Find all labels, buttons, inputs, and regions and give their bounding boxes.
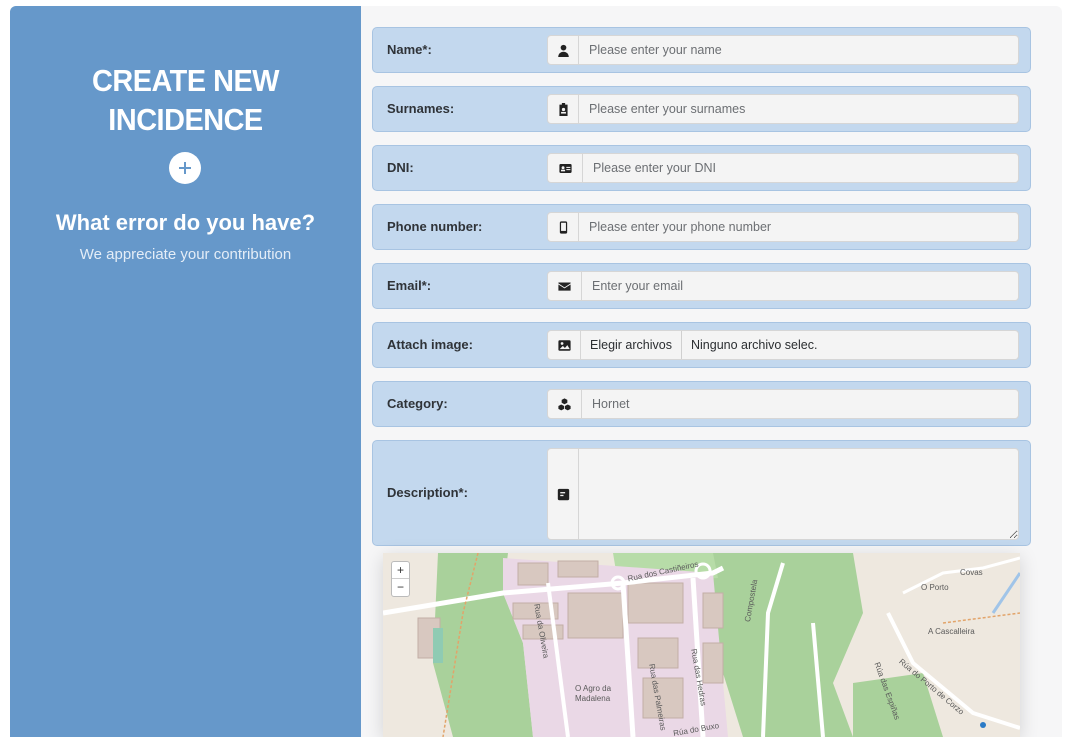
dni-row: DNI:: [372, 145, 1031, 191]
zoom-out-button[interactable]: −: [392, 579, 409, 596]
attach-image-label: Attach image:: [387, 337, 473, 352]
map-label: O Porto: [921, 583, 949, 592]
page-title-line-1: CREATE NEW: [91, 63, 280, 98]
file-input[interactable]: Elegir archivos Ninguno archivo selec.: [581, 330, 1019, 360]
map-label: Madalena: [575, 694, 611, 703]
page-title-line-2: INCIDENCE: [108, 102, 263, 137]
choose-files-button[interactable]: Elegir archivos: [581, 331, 682, 359]
id-card-icon: [548, 154, 582, 182]
intro-panel: CREATE NEW INCIDENCE What error do you h…: [10, 6, 361, 737]
envelope-icon: [548, 272, 581, 300]
description-textarea[interactable]: [579, 448, 1019, 540]
phone-addon: [547, 212, 579, 242]
email-input[interactable]: [582, 271, 1019, 301]
email-addon: [547, 271, 582, 301]
file-status: Ninguno archivo selec.: [691, 338, 818, 352]
plus-circle-icon: [169, 152, 201, 184]
category-addon: [547, 389, 582, 419]
image-icon: [548, 331, 580, 359]
phone-input[interactable]: [579, 212, 1019, 242]
comment-icon: [548, 449, 578, 539]
cubes-icon: [548, 390, 581, 418]
location-map[interactable]: + − Rua dos Castiñeiros Rua da Oliveira …: [383, 553, 1020, 737]
attach-image-row: Attach image: Elegir archivos Ninguno ar…: [372, 322, 1031, 368]
surnames-addon: [547, 94, 579, 124]
surnames-row: Surnames:: [372, 86, 1031, 132]
email-label: Email*:: [387, 278, 432, 293]
zoom-in-button[interactable]: +: [392, 562, 409, 579]
name-input[interactable]: [579, 35, 1019, 65]
surnames-input[interactable]: [579, 94, 1019, 124]
map-label: A Cascalleira: [928, 627, 975, 636]
name-label: Name*:: [387, 42, 432, 57]
map-tiles: [383, 553, 1020, 737]
name-addon: [547, 35, 579, 65]
map-zoom-control: + −: [391, 561, 410, 597]
map-label: O Agro da: [575, 684, 612, 693]
name-row: Name*:: [372, 27, 1031, 73]
page-title: CREATE NEW INCIDENCE: [22, 61, 348, 139]
category-select[interactable]: Hornet: [582, 389, 1019, 419]
user-icon: [548, 36, 578, 64]
dni-addon: [547, 153, 583, 183]
description-row: Description*:: [372, 440, 1031, 546]
dni-label: DNI:: [387, 160, 414, 175]
mobile-icon: [548, 213, 578, 241]
category-label: Category:: [387, 396, 448, 411]
surnames-label: Surnames:: [387, 101, 455, 116]
email-row: Email*:: [372, 263, 1031, 309]
category-row: Category: Hornet: [372, 381, 1031, 427]
phone-row: Phone number:: [372, 204, 1031, 250]
question-heading: What error do you have?: [55, 210, 316, 235]
map-label: Covas: [960, 568, 983, 577]
description-addon: [547, 448, 579, 540]
description-label: Description*:: [387, 485, 468, 500]
phone-label: Phone number:: [387, 219, 483, 234]
dni-input[interactable]: [583, 153, 1019, 183]
id-badge-icon: [548, 95, 578, 123]
subtitle: We appreciate your contribution: [79, 246, 292, 263]
image-addon: [547, 330, 581, 360]
